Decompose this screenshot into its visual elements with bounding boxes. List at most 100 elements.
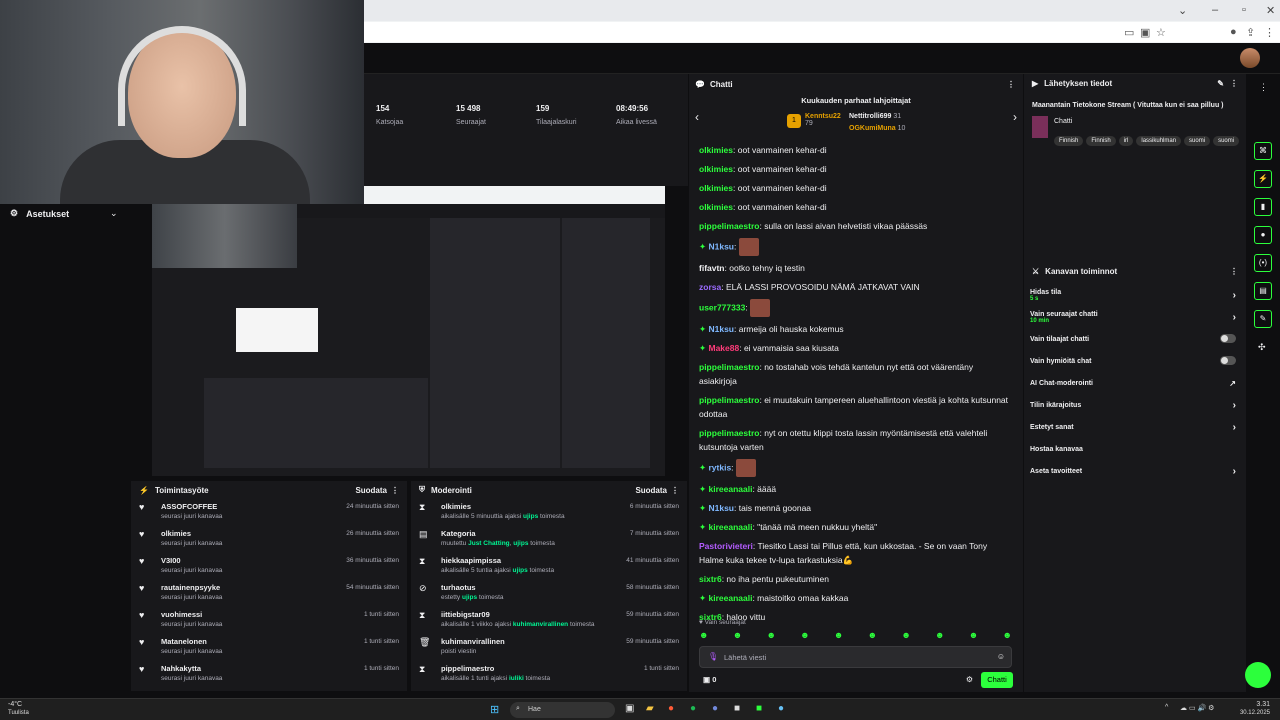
close-icon[interactable]: ✕ — [1266, 4, 1275, 17]
mic-icon[interactable]: 🎙 — [708, 652, 718, 661]
chat-username[interactable]: zorsa — [699, 282, 721, 292]
chat-username[interactable]: olkimies — [699, 164, 733, 174]
channel-action-item[interactable]: Vain seuraajat chatti 10 min › — [1024, 306, 1246, 328]
activity-item[interactable]: ♥ Nahkakytta seurasi juuri kanavaa 1 tunti … — [131, 661, 407, 688]
tray-icons[interactable]: ☁ ▭ 🔊 ⚙ — [1180, 704, 1214, 712]
activity-user[interactable]: ASSOFCOFFEE — [161, 502, 222, 511]
channel-points[interactable]: ▣ 0 — [703, 675, 716, 684]
settings-header[interactable]: ⚙ Asetukset — [10, 208, 69, 219]
task-view-icon[interactable]: ▣ — [625, 703, 634, 714]
emote-icon[interactable]: ☻ — [733, 630, 742, 644]
chat-username[interactable]: pippelimaestro — [699, 428, 759, 438]
activity-user[interactable]: vuohimessi — [161, 610, 222, 619]
filter-button[interactable]: Suodata — [635, 486, 667, 495]
activity-item[interactable]: ♥ vuohimessi seurasi juuri kanavaa 1 tunti … — [131, 607, 407, 634]
channel-action-item[interactable]: Estetyt sanat › — [1024, 416, 1246, 438]
moderator-name[interactable]: ujips — [513, 567, 528, 574]
stream-category[interactable]: Chatti — [1054, 118, 1072, 125]
emote-icon[interactable]: ☻ — [868, 630, 877, 644]
activity-user[interactable]: Matanelonen — [161, 637, 222, 646]
chat-message[interactable]: ✦ N1ksu: — [689, 235, 1023, 258]
chat-message[interactable]: ✦ Make88: ei vammaisia saa kiusata — [689, 338, 1023, 357]
chat-message[interactable]: ✦ N1ksu: tais mennä goonaa — [689, 498, 1023, 517]
more-icon[interactable]: ⋮ — [1230, 267, 1238, 276]
more-icon[interactable]: ⋮ — [1230, 79, 1238, 88]
chat-message[interactable]: olkimies: oot vanmainen kehar-di — [689, 197, 1023, 216]
more-icon[interactable]: ⋮ — [671, 486, 679, 495]
clock-date[interactable]: 30.12.2025 — [1240, 710, 1270, 716]
taskbar-search[interactable]: Hae — [510, 702, 615, 718]
clock-time[interactable]: 3.31 — [1256, 701, 1270, 708]
chat-message[interactable]: pippelimaestro: sulla on lassi aivan hel… — [689, 216, 1023, 235]
moderation-item[interactable]: 🗑 kuhimanvirallinen poisti viestin 59 minuu… — [411, 634, 687, 661]
chat-username[interactable]: kireeanaali — [708, 484, 752, 494]
chat-message[interactable]: zorsa: ELÄ LASSI PROVOSOIDU NÄMÄ JATKAVA… — [689, 277, 1023, 296]
translate-icon[interactable]: ▭ — [1124, 26, 1134, 39]
chat-message[interactable]: Pastorivieteri: Tiesitko Lassi tai Pillu… — [689, 536, 1023, 569]
moderation-item[interactable]: ⧗ olkimies aikalisälle 5 minuuttia ajaksi … — [411, 499, 687, 526]
moderation-target[interactable]: Kategoria — [441, 529, 555, 538]
bookmark-icon[interactable]: ▮ — [1254, 198, 1272, 216]
chat-message[interactable]: fifavtn: ootko tehny iq testin — [689, 258, 1023, 277]
moderation-target[interactable]: kuhimanvirallinen — [441, 637, 505, 646]
chat-message[interactable]: user777333: — [689, 296, 1023, 319]
chat-username[interactable]: N1ksu — [708, 324, 734, 334]
avatar[interactable] — [1240, 48, 1260, 68]
extension-icon[interactable]: ● — [1230, 26, 1237, 38]
moderator-name[interactable]: kuhimanvirallinen — [513, 621, 568, 628]
chat-username[interactable]: olkimies — [699, 145, 733, 155]
emoji-icon[interactable]: ☺ — [997, 652, 1005, 661]
share-icon[interactable]: ⇪ — [1246, 26, 1255, 39]
chat-message[interactable]: olkimies: oot vanmainen kehar-di — [689, 159, 1023, 178]
moderation-target[interactable]: turhaotus — [441, 583, 504, 592]
moderation-target[interactable]: pippelimaestro — [441, 664, 550, 673]
windows-start-icon[interactable]: ⊞ — [490, 703, 499, 716]
menu-icon[interactable]: ⋮ — [1264, 26, 1275, 39]
emote-icon[interactable]: ☻ — [1002, 630, 1011, 644]
chat-fab[interactable] — [1245, 662, 1271, 688]
stream-tag[interactable]: suomi — [1184, 136, 1211, 146]
chat-username[interactable]: pippelimaestro — [699, 362, 759, 372]
chat-username[interactable]: pippelimaestro — [699, 221, 759, 231]
filter-button[interactable]: Suodata — [355, 486, 387, 495]
channel-action-item[interactable]: Hostaa kanavaa — [1024, 438, 1246, 460]
chat-username[interactable]: N1ksu — [708, 241, 734, 251]
moderation-item[interactable]: ⧗ hiekkaapimpissa aikalisälle 5 tuntia aja… — [411, 553, 687, 580]
activity-user[interactable]: rautainenpsyyke — [161, 583, 222, 592]
channel-action-item[interactable]: Vain tilaajat chatti — [1024, 328, 1246, 350]
chat-bubble-icon[interactable]: ● — [1254, 226, 1272, 244]
emote-icon[interactable]: ☻ — [766, 630, 775, 644]
folder-icon[interactable]: ▰ — [646, 703, 654, 714]
stream-tag[interactable]: irl — [1118, 136, 1134, 146]
broadcast-icon[interactable]: (•) — [1254, 254, 1272, 272]
gear-icon[interactable]: ⚙ — [966, 675, 973, 684]
moderator-name[interactable]: ujips — [462, 594, 477, 601]
star-icon[interactable]: ☆ — [1156, 26, 1166, 39]
edit-icon[interactable]: ✎ — [1217, 79, 1224, 88]
store-icon[interactable]: ▤ — [1254, 282, 1272, 300]
channel-action-item[interactable]: Tilin ikärajoitus › — [1024, 394, 1246, 416]
app-icon-2[interactable]: ■ — [756, 703, 762, 714]
chat-input[interactable]: Lähetä viesti — [699, 646, 1012, 668]
toggle-switch[interactable] — [1220, 334, 1236, 343]
moderator-name[interactable]: ujips — [523, 513, 538, 520]
gifter-2[interactable]: Nettitrolli699 31 — [849, 113, 901, 120]
chat-message[interactable]: ✦ kireeanaali: ääää — [689, 479, 1023, 498]
chevron-down-icon[interactable]: ⌄ — [110, 208, 118, 219]
chat-username[interactable]: kireeanaali — [708, 522, 752, 532]
channel-action-item[interactable]: Vain hymiöitä chat — [1024, 350, 1246, 372]
steam-icon[interactable]: ● — [778, 703, 784, 714]
screenshot-icon[interactable]: ▣ — [1140, 26, 1150, 39]
activity-user[interactable]: V3I00 — [161, 556, 222, 565]
activity-item[interactable]: ♥ ASSOFCOFFEE seurasi juuri kanavaa 24 minu… — [131, 499, 407, 526]
channel-action-item[interactable]: AI Chat-moderointi ↗ — [1024, 372, 1246, 394]
chat-send-button[interactable]: Chatti — [981, 672, 1013, 688]
chat-message[interactable]: ✦ N1ksu: armeija oli hauska kokemus — [689, 319, 1023, 338]
chevron-left-icon[interactable]: ‹ — [695, 110, 699, 124]
chat-username[interactable]: user777333 — [699, 302, 745, 312]
chat-username[interactable]: sixtr6 — [699, 574, 722, 584]
chat-username[interactable]: Make88 — [708, 343, 739, 353]
stream-tag[interactable]: Finnish — [1054, 136, 1084, 146]
emote-icon[interactable]: ☻ — [969, 630, 978, 644]
more-icon[interactable]: ⋮ — [391, 486, 399, 495]
